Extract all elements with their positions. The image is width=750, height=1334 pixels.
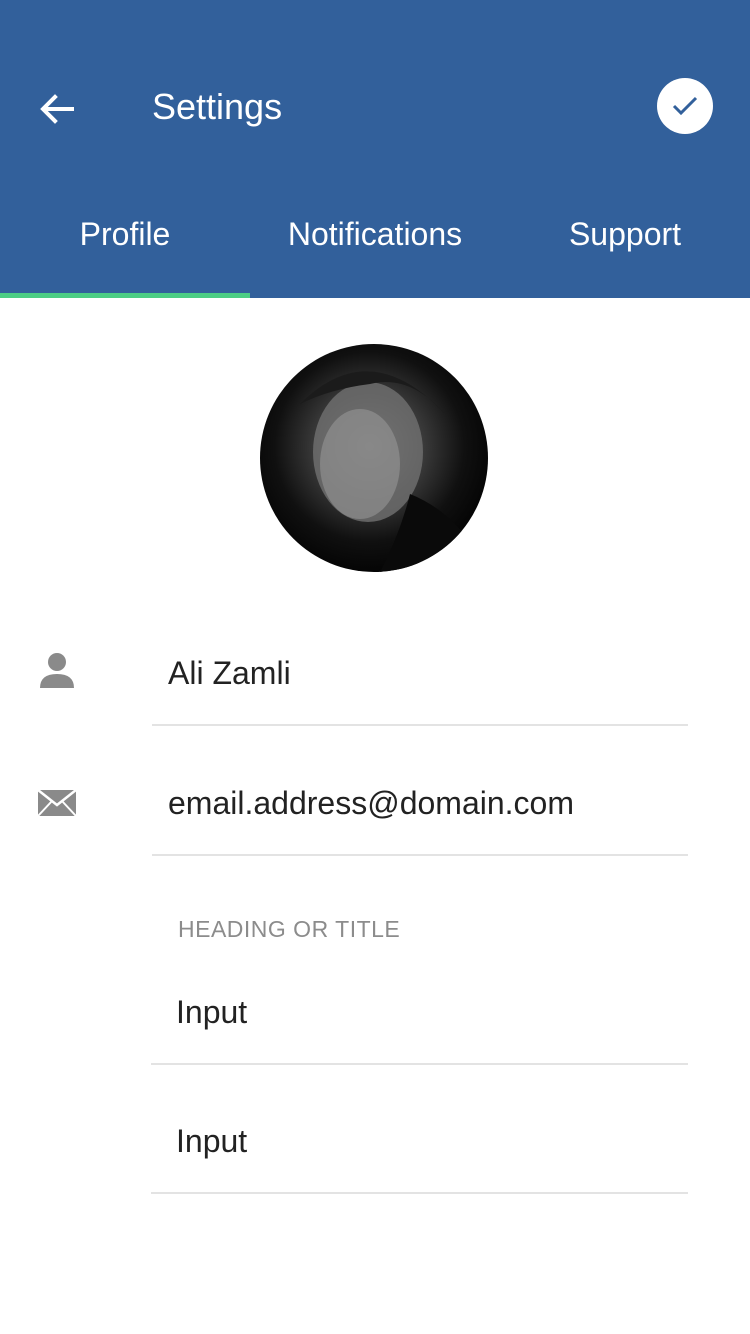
arrow-left-icon <box>40 94 74 124</box>
avatar-photo <box>300 371 488 572</box>
confirm-button[interactable] <box>657 78 713 134</box>
tab-label: Support <box>568 215 682 252</box>
check-icon <box>672 96 698 116</box>
app-bar: Settings Profile Notifications Support <box>0 0 750 298</box>
tab-profile[interactable]: Profile <box>0 186 250 298</box>
active-tab-indicator <box>0 293 250 298</box>
back-button[interactable] <box>30 82 84 136</box>
tab-bar: Profile Notifications Support <box>0 186 750 298</box>
tab-support[interactable]: Support <box>500 186 750 298</box>
name-value: Ali Zamli <box>168 655 291 691</box>
avatar[interactable] <box>260 344 488 572</box>
person-icon <box>36 650 78 690</box>
tab-label: Profile <box>79 215 171 252</box>
tab-notifications[interactable]: Notifications <box>250 186 500 298</box>
email-value: email.address@domain.com <box>168 785 574 821</box>
section-heading: HEADING OR TITLE <box>178 916 401 942</box>
input-value: Input <box>176 1123 248 1159</box>
input-value: Input <box>176 994 248 1030</box>
page-title: Settings <box>152 86 283 127</box>
tab-label: Notifications <box>287 215 463 252</box>
envelope-icon <box>36 786 78 820</box>
